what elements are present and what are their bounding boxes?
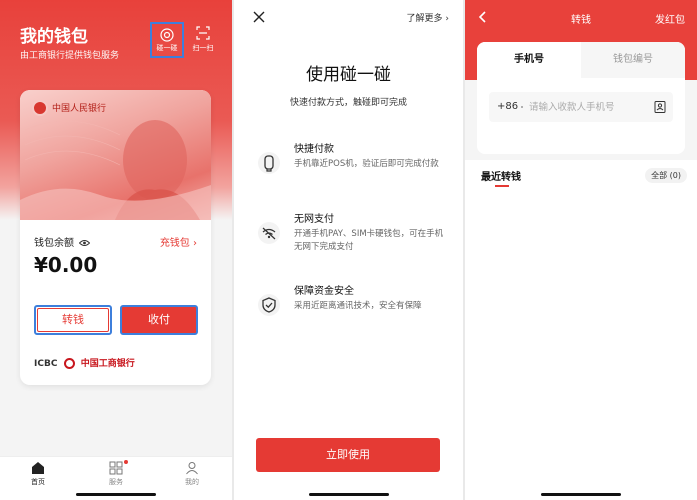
page-title: 我的钱包 bbox=[20, 27, 88, 47]
feature-desc: 手机靠近POS机，验证后即可完成付款 bbox=[294, 159, 439, 169]
feature-title: 无网支付 bbox=[294, 214, 334, 225]
dropdown-dot-icon bbox=[521, 106, 523, 108]
tab-phone[interactable]: 手机号 bbox=[477, 42, 581, 78]
balance-value: ¥0.00 bbox=[34, 253, 98, 277]
shield-check-icon bbox=[258, 294, 280, 316]
banknote-portrait bbox=[20, 120, 211, 220]
provider-logo: ICBC 中国工商银行 bbox=[34, 356, 135, 369]
wallet-card: 中国人民银行 钱包余额 充钱包 › ¥0.00 转钱 收付 ICBC 中国工商银… bbox=[20, 90, 211, 385]
feature-title: 保障资金安全 bbox=[294, 286, 354, 297]
icbc-logo-icon bbox=[63, 358, 75, 369]
tab-mine[interactable]: 我的 bbox=[172, 461, 212, 487]
tab-mine-label: 我的 bbox=[185, 478, 199, 486]
home-indicator bbox=[541, 493, 621, 496]
red-packet-link[interactable]: 发红包 bbox=[655, 11, 685, 26]
home-indicator bbox=[76, 493, 156, 496]
phone-input[interactable] bbox=[529, 97, 647, 117]
banknote-image: 中国人民银行 bbox=[20, 90, 211, 220]
feature-desc: 采用近距离通讯技术，安全有保障 bbox=[294, 301, 422, 311]
notification-dot bbox=[124, 460, 128, 464]
recipient-card: 钱包编号 手机号 +86 bbox=[477, 42, 685, 154]
tap-icon bbox=[160, 28, 174, 42]
recent-transfers-header: 最近转钱 全部 (0) bbox=[465, 160, 697, 190]
user-icon bbox=[186, 462, 198, 475]
tap-pay-subtitle: 快速付款方式，触碰即可完成 bbox=[289, 98, 407, 108]
wallet-home-screen: 我的钱包 由工商银行提供钱包服务 碰一碰 扫一扫 中国人民银行 钱包余额 充钱包… bbox=[0, 0, 232, 500]
scan-icon bbox=[196, 26, 210, 40]
recent-transfers-title: 最近转钱 bbox=[481, 172, 521, 183]
tap-pay-button[interactable]: 碰一碰 bbox=[150, 22, 184, 58]
scan-label: 扫一扫 bbox=[192, 44, 214, 52]
bank-emblem-icon bbox=[32, 100, 48, 116]
eye-icon[interactable] bbox=[79, 239, 91, 247]
tab-services-label: 服务 bbox=[109, 478, 123, 486]
scan-button[interactable]: 扫一扫 bbox=[190, 24, 216, 56]
tap-pay-label: 碰一碰 bbox=[156, 44, 178, 52]
provider-brand: ICBC bbox=[34, 359, 58, 369]
tap-pay-title: 使用碰一碰 bbox=[306, 65, 391, 85]
country-code-select[interactable]: +86 bbox=[497, 101, 518, 112]
transfer-button[interactable]: 转钱 bbox=[34, 305, 112, 335]
provider-name: 中国工商银行 bbox=[80, 359, 135, 369]
tab-underline bbox=[495, 185, 509, 187]
bank-name: 中国人民银行 bbox=[52, 104, 107, 114]
nfc-icon bbox=[258, 152, 280, 174]
no-network-icon bbox=[258, 222, 280, 244]
phone-field: +86 bbox=[489, 92, 673, 122]
home-indicator bbox=[308, 493, 389, 496]
grid-icon bbox=[109, 461, 123, 475]
contacts-icon[interactable] bbox=[653, 100, 667, 114]
tap-pay-screen: 了解更多 › 使用碰一碰 快速付款方式，触碰即可完成 快捷付款 手机靠近POS机… bbox=[234, 0, 463, 500]
page-subtitle: 由工商银行提供钱包服务 bbox=[20, 51, 120, 61]
balance-label-text: 钱包余额 bbox=[34, 238, 74, 249]
close-icon[interactable] bbox=[252, 10, 266, 24]
tab-home[interactable]: 首页 bbox=[18, 461, 58, 487]
bottom-tab-bar: 首页 服务 我的 bbox=[0, 456, 232, 500]
feature-title: 快捷付款 bbox=[294, 144, 334, 155]
recent-transfers-list bbox=[465, 190, 697, 500]
recharge-link[interactable]: 充钱包 › bbox=[160, 234, 197, 249]
tab-home-label: 首页 bbox=[31, 478, 45, 486]
use-now-button[interactable]: 立即使用 bbox=[256, 438, 440, 472]
balance-label: 钱包余额 bbox=[34, 234, 91, 249]
learn-more-link[interactable]: 了解更多 › bbox=[407, 11, 449, 24]
tab-wallet-id[interactable]: 钱包编号 bbox=[581, 42, 685, 78]
view-all-button[interactable]: 全部 (0) bbox=[645, 168, 687, 183]
home-icon bbox=[32, 462, 44, 474]
tab-services[interactable]: 服务 bbox=[96, 460, 136, 487]
receive-pay-button[interactable]: 收付 bbox=[120, 305, 198, 335]
transfer-screen: 转钱 发红包 钱包编号 手机号 +86 最近转钱 全部 (0) bbox=[465, 0, 697, 500]
feature-desc: 开通手机PAY、SIM卡硬钱包，可在手机无网下完成支付 bbox=[294, 229, 444, 252]
